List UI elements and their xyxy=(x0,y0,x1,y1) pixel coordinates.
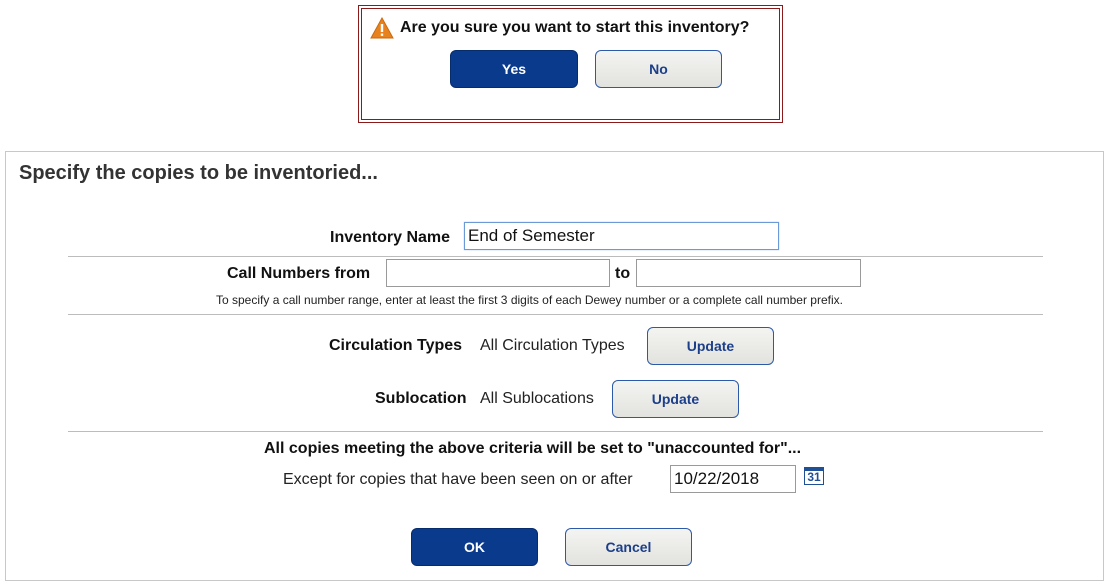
call-number-hint: To specify a call number range, enter at… xyxy=(216,293,843,307)
call-number-from-input[interactable] xyxy=(386,259,610,287)
update-sublocation-button[interactable]: Update xyxy=(612,380,739,418)
call-numbers-from-label: Call Numbers from xyxy=(227,265,371,282)
yes-button[interactable]: Yes xyxy=(450,50,578,88)
except-date-label: Except for copies that have been seen on… xyxy=(283,471,633,488)
confirm-dialog-inner: Are you sure you want to start this inve… xyxy=(361,8,780,120)
divider xyxy=(68,314,1043,315)
circulation-types-value: All Circulation Types xyxy=(480,337,625,354)
inventory-form-panel: Specify the copies to be inventoried... … xyxy=(5,151,1104,581)
ok-button[interactable]: OK xyxy=(411,528,538,566)
sublocation-label: Sublocation xyxy=(375,390,467,407)
inventory-name-input[interactable] xyxy=(464,222,779,250)
confirm-dialog: Are you sure you want to start this inve… xyxy=(358,5,783,123)
calendar-icon-number: 31 xyxy=(807,470,821,484)
call-number-to-input[interactable] xyxy=(636,259,861,287)
sublocation-value: All Sublocations xyxy=(480,390,594,407)
calendar-icon[interactable]: 31 xyxy=(804,467,824,485)
seen-date-input[interactable] xyxy=(670,465,796,493)
update-circulation-types-button[interactable]: Update xyxy=(647,327,774,365)
no-button[interactable]: No xyxy=(595,50,722,88)
divider xyxy=(68,431,1043,432)
page-title: Specify the copies to be inventoried... xyxy=(19,162,378,184)
warning-triangle-icon xyxy=(370,17,394,39)
confirm-message: Are you sure you want to start this inve… xyxy=(400,19,750,36)
inventory-name-label: Inventory Name xyxy=(330,229,451,246)
circulation-types-label: Circulation Types xyxy=(329,337,463,354)
call-numbers-to-label: to xyxy=(615,265,631,282)
unaccounted-notice: All copies meeting the above criteria wi… xyxy=(264,440,802,457)
cancel-button[interactable]: Cancel xyxy=(565,528,692,566)
divider xyxy=(68,256,1043,257)
